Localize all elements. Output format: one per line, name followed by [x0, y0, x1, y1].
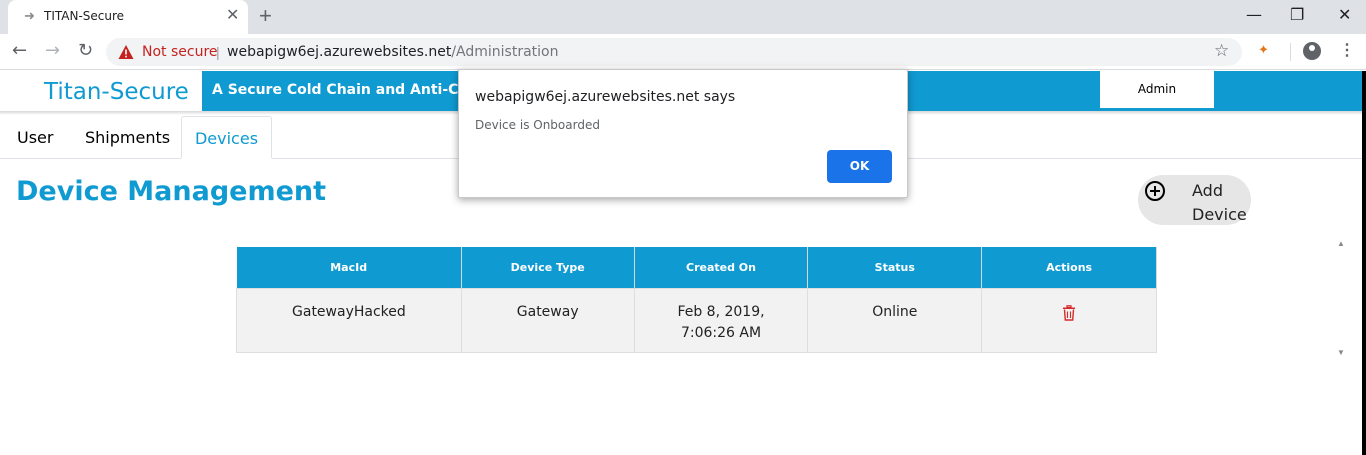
add-circle-icon — [1145, 181, 1165, 201]
tab-user[interactable]: User — [17, 116, 53, 159]
page-title: Device Management — [16, 176, 327, 207]
header-actions: Actions — [981, 247, 1157, 288]
header-macid[interactable]: MacId — [236, 247, 462, 288]
close-window-button[interactable]: ✕ — [1338, 5, 1351, 25]
toolbar-divider — [1290, 43, 1291, 61]
tab-shipments[interactable]: Shipments — [85, 116, 170, 159]
cell-status: Online — [807, 287, 983, 353]
header-device-type[interactable]: Device Type — [461, 247, 635, 288]
star-icon[interactable]: ☆ — [1214, 41, 1229, 61]
cell-device-type: Gateway — [460, 287, 635, 353]
add-device-label: Add Device — [1192, 181, 1247, 224]
dialog-ok-button[interactable]: OK — [827, 150, 892, 183]
profile-icon[interactable] — [1303, 42, 1321, 60]
url-path: /Administration — [451, 44, 559, 60]
menu-icon[interactable]: ⋮ — [1339, 41, 1355, 61]
dialog-title: webapigw6ej.azurewebsites.net says — [475, 89, 736, 105]
browser-tab[interactable]: ➜ TITAN-Secure ✕ — [8, 0, 248, 34]
arrow-favicon-icon: ➜ — [24, 8, 35, 23]
not-secure-label[interactable]: Not secure — [142, 44, 218, 60]
address-bar[interactable]: Not secure | webapigw6ej.azurewebsites.n… — [106, 38, 1242, 66]
admin-label: Admin — [1137, 82, 1177, 96]
reload-button[interactable]: ↻ — [78, 41, 93, 61]
cell-created-on: Feb 8, 2019, 7:06:26 AM — [633, 287, 809, 353]
cell-macid: GatewayHacked — [236, 287, 462, 353]
restore-window-button[interactable]: ❐ — [1290, 5, 1304, 25]
fox-extension-icon[interactable]: ✦ — [1258, 42, 1269, 58]
table-header-row: MacId Device Type Created On Status Acti… — [236, 247, 1157, 288]
dialog-message: Device is Onboarded — [475, 118, 600, 132]
new-tab-button[interactable]: + — [259, 4, 272, 28]
admin-nav-tab[interactable]: Admin — [1100, 71, 1214, 111]
page-right-border — [1362, 71, 1366, 455]
tab-devices[interactable]: Devices — [181, 116, 272, 159]
url-separator: | — [216, 44, 220, 60]
forward-button[interactable]: → — [45, 41, 60, 61]
cell-actions — [981, 287, 1157, 353]
minimize-window-button[interactable]: — — [1246, 5, 1262, 25]
brand-logo-text[interactable]: Titan-Secure — [44, 79, 189, 105]
browser-tab-strip: ➜ TITAN-Secure ✕ + — ❐ ✕ — [0, 0, 1366, 34]
scroll-down-arrow[interactable]: ▼ — [1337, 348, 1345, 357]
warning-icon — [118, 45, 134, 59]
table-row: GatewayHacked Gateway Feb 8, 2019, 7:06:… — [236, 287, 1157, 353]
url-host: webapigw6ej.azurewebsites.net — [227, 44, 452, 60]
browser-toolbar: ← → ↻ Not secure | webapigw6ej.azurewebs… — [0, 34, 1366, 70]
header-status[interactable]: Status — [807, 247, 983, 288]
header-created-on[interactable]: Created On — [634, 247, 809, 288]
trash-icon[interactable] — [1062, 304, 1076, 321]
url-text[interactable]: webapigw6ej.azurewebsites.net/Administra… — [227, 44, 559, 60]
tab-title: TITAN-Secure — [44, 9, 125, 23]
alert-dialog: webapigw6ej.azurewebsites.net says Devic… — [458, 69, 908, 198]
add-device-button[interactable]: Add Device — [1138, 175, 1251, 225]
scroll-up-arrow[interactable]: ▲ — [1337, 239, 1345, 248]
close-tab-icon[interactable]: ✕ — [226, 7, 239, 25]
back-button[interactable]: ← — [12, 41, 27, 61]
devices-table: MacId Device Type Created On Status Acti… — [236, 247, 1157, 353]
